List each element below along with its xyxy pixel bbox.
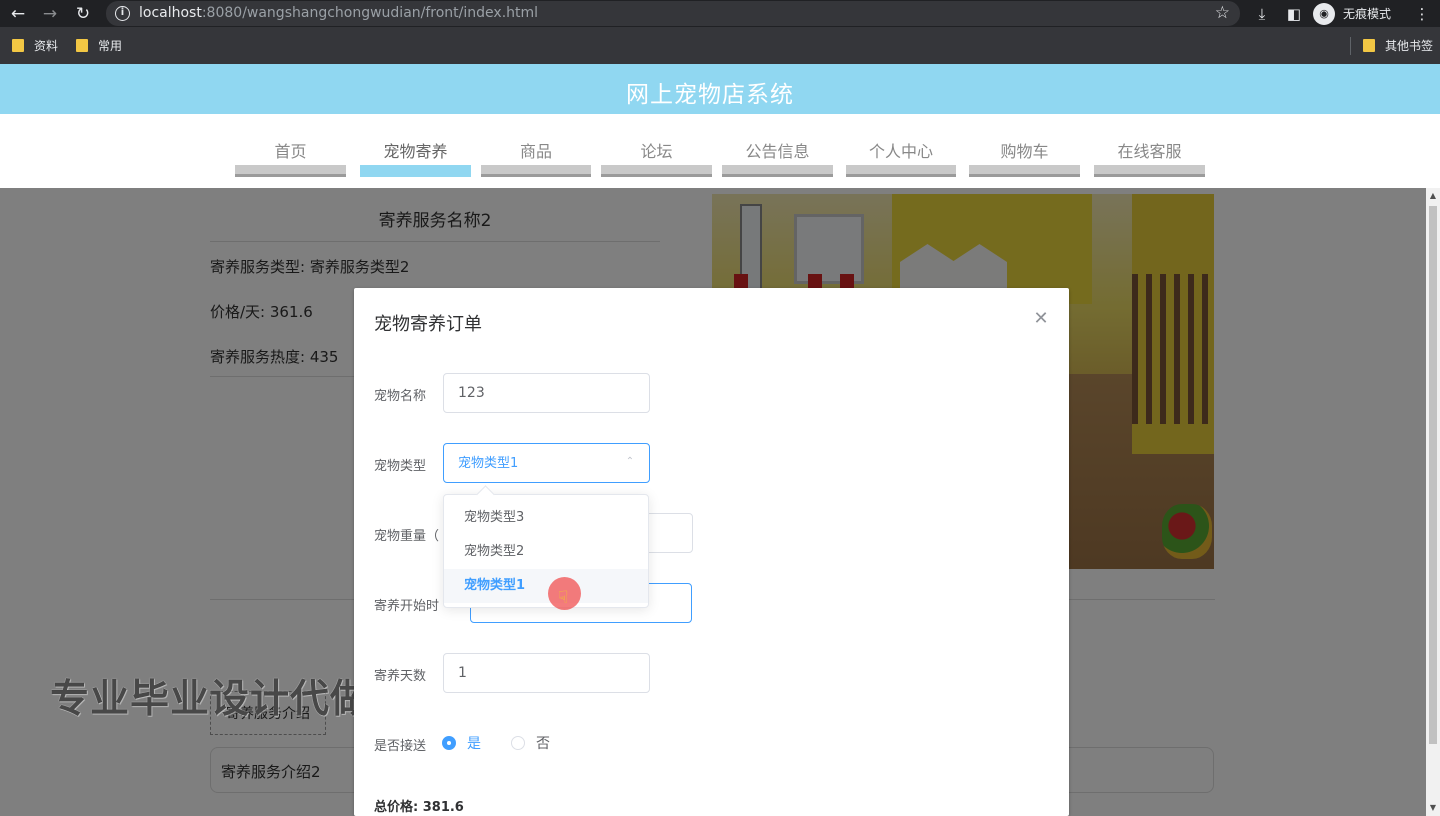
- bookmarks-bar: 资料 常用 其他书签: [0, 27, 1440, 64]
- nav-pet-boarding[interactable]: 宠物寄养: [360, 114, 471, 178]
- scroll-up-icon[interactable]: ▲: [1429, 192, 1437, 200]
- bookmark-folder-changyong[interactable]: 常用: [76, 37, 122, 54]
- hand-cursor-icon: ☟: [558, 588, 569, 608]
- pickup-no-radio[interactable]: 否: [511, 733, 550, 753]
- bookmark-folder-other[interactable]: 其他书签: [1363, 37, 1433, 54]
- scroll-thumb[interactable]: [1429, 206, 1437, 744]
- bookmark-folder-ziliao[interactable]: 资料: [12, 37, 58, 54]
- download-icon[interactable]: ⤓: [1251, 3, 1273, 25]
- close-icon[interactable]: ✕: [1032, 310, 1050, 328]
- address-bar[interactable]: i localhost:8080/wangshangchongwudian/fr…: [106, 1, 1240, 26]
- reload-icon[interactable]: ↻: [72, 3, 94, 25]
- nav-products[interactable]: 商品: [481, 114, 591, 178]
- pet-name-input[interactable]: 123: [443, 373, 650, 413]
- nav-home[interactable]: 首页: [235, 114, 346, 178]
- dropdown-option-selected[interactable]: 宠物类型1: [444, 569, 648, 603]
- folder-icon: [1363, 39, 1375, 52]
- days-label: 寄养天数: [374, 669, 427, 684]
- page-scrollbar[interactable]: ▲ ▼: [1426, 188, 1440, 816]
- pet-type-dropdown: 宠物类型3 宠物类型2 宠物类型1: [443, 494, 649, 608]
- folder-icon: [76, 39, 88, 52]
- pet-type-select[interactable]: 宠物类型1 ⌃: [443, 443, 650, 483]
- site-info-icon[interactable]: i: [115, 6, 130, 21]
- url-text[interactable]: localhost:8080/wangshangchongwudian/fron…: [139, 5, 538, 21]
- start-time-label: 寄养开始时: [374, 599, 440, 614]
- nav-forum[interactable]: 论坛: [601, 114, 712, 178]
- pickup-yes-radio[interactable]: 是: [442, 733, 481, 753]
- pet-type-placeholder: 宠物类型1: [458, 456, 519, 471]
- scroll-down-icon[interactable]: ▼: [1429, 804, 1437, 812]
- menu-kebab-icon[interactable]: ⋮: [1411, 3, 1433, 25]
- dropdown-option[interactable]: 宠物类型2: [444, 535, 648, 569]
- bookmarks-divider: [1350, 37, 1351, 55]
- incognito-indicator[interactable]: ◉ 无痕模式: [1313, 2, 1391, 25]
- bookmark-star-icon[interactable]: ☆: [1215, 3, 1230, 23]
- incognito-label: 无痕模式: [1343, 7, 1392, 21]
- site-title: 网上宠物店系统: [626, 82, 794, 108]
- folder-icon: [12, 39, 24, 52]
- total-price: 总价格: 381.6: [374, 800, 464, 815]
- days-input[interactable]: 1: [443, 653, 650, 693]
- pickup-label: 是否接送: [374, 739, 427, 754]
- watermark-text: 专业毕业设计代做: [50, 677, 371, 722]
- nav-cart[interactable]: 购物车: [969, 114, 1080, 178]
- back-arrow-icon[interactable]: ←: [7, 3, 29, 25]
- pet-type-label: 宠物类型: [374, 459, 427, 474]
- forward-arrow-icon[interactable]: →: [39, 3, 61, 25]
- pet-name-label: 宠物名称: [374, 389, 427, 404]
- nav-personal-center[interactable]: 个人中心: [846, 114, 956, 178]
- nav-online-service[interactable]: 在线客服: [1094, 114, 1205, 178]
- dropdown-option[interactable]: 宠物类型3: [444, 501, 648, 535]
- main-nav: 首页 宠物寄养 商品 论坛 公告信息 个人中心 购物车 在线客服: [0, 114, 1440, 188]
- radio-unchecked-icon: [511, 736, 525, 750]
- browser-toolbar: ← → ↻ i localhost:8080/wangshangchongwud…: [0, 0, 1440, 27]
- radio-checked-icon: [442, 736, 456, 750]
- site-header: 网上宠物店系统: [0, 64, 1440, 114]
- side-panel-icon[interactable]: ◧: [1283, 3, 1305, 25]
- dialog-title: 宠物寄养订单: [374, 314, 482, 335]
- chevron-up-icon: ⌃: [625, 456, 635, 467]
- nav-announcements[interactable]: 公告信息: [722, 114, 833, 178]
- incognito-icon: ◉: [1313, 2, 1335, 25]
- pet-weight-label: 宠物重量（: [374, 529, 440, 544]
